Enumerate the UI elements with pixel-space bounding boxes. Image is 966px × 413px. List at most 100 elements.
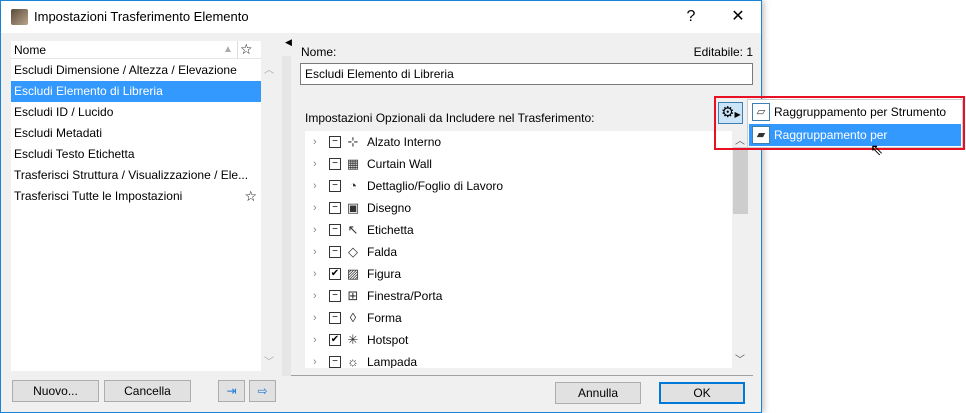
- tool-icon: ◊: [349, 310, 357, 325]
- list-item[interactable]: Escludi Metadati: [11, 123, 261, 144]
- list-item[interactable]: Escludi Testo Etichetta: [11, 144, 261, 165]
- scroll-down-icon[interactable]: ﹀: [735, 351, 745, 366]
- title-bar: Impostazioni Trasferimento Elemento ? ✕: [1, 1, 761, 33]
- list-header[interactable]: Nome ▲ ☆: [11, 41, 261, 59]
- tree-item-checkbox[interactable]: −: [329, 180, 341, 192]
- delete-button[interactable]: Cancella: [104, 380, 191, 402]
- tree-item-checkbox[interactable]: −: [329, 246, 341, 258]
- column-name[interactable]: Nome: [14, 43, 46, 57]
- tree-item-label: Etichetta: [367, 223, 414, 237]
- list-item-label: Escludi ID / Lucido: [14, 105, 114, 119]
- scroll-thumb[interactable]: [733, 147, 748, 214]
- tree-item-label: Alzato Interno: [367, 135, 442, 149]
- tree-item[interactable]: › − ◊ Forma: [305, 307, 733, 329]
- tool-icon: ▨: [346, 266, 360, 281]
- list-item-label: Escludi Dimensione / Altezza / Elevazion…: [14, 63, 237, 77]
- expand-chevron-icon[interactable]: ›: [313, 175, 317, 197]
- scroll-down-icon[interactable]: ﹀: [264, 353, 274, 368]
- tree-item[interactable]: › − ↖ Etichetta: [305, 219, 733, 241]
- tree-item[interactable]: › − ◇ Falda: [305, 241, 733, 263]
- expand-chevron-icon[interactable]: ›: [313, 351, 317, 368]
- tool-icon: ▣: [346, 200, 360, 215]
- export-icon[interactable]: ⇨: [249, 380, 276, 402]
- list-scrollbar[interactable]: ︿ ﹀: [261, 59, 277, 371]
- tree-scrollbar[interactable]: ︿ ﹀: [732, 131, 749, 368]
- tree-item-label: Hotspot: [367, 333, 409, 347]
- cancel-button[interactable]: Annulla: [555, 382, 641, 404]
- tree-item-label: Finestra/Porta: [367, 289, 443, 303]
- menu-item-label: Raggruppamento per Strumento: [774, 105, 947, 119]
- window-title: Impostazioni Trasferimento Elemento: [34, 9, 249, 24]
- tree-item-checkbox[interactable]: ✔: [329, 334, 341, 346]
- favorite-icon[interactable]: ☆: [244, 186, 257, 207]
- help-button[interactable]: ?: [676, 5, 706, 29]
- expand-chevron-icon[interactable]: ›: [313, 285, 317, 307]
- collapse-panel-icon[interactable]: ◀: [285, 37, 292, 48]
- list-item[interactable]: Escludi Elemento di Libreria: [11, 81, 261, 102]
- tree-item-label: Disegno: [367, 201, 412, 215]
- options-label: Impostazioni Opzionali da Includere nel …: [305, 111, 595, 125]
- list-item[interactable]: Escludi ID / Lucido: [11, 102, 261, 123]
- tree-item[interactable]: › − ▣ Disegno: [305, 197, 733, 219]
- tree-item-checkbox[interactable]: −: [329, 356, 341, 368]
- tree-item-checkbox[interactable]: ✔: [329, 268, 341, 280]
- tree-item-checkbox[interactable]: −: [329, 290, 341, 302]
- scroll-up-icon[interactable]: ︿: [264, 61, 274, 76]
- expand-chevron-icon[interactable]: ›: [313, 307, 317, 329]
- tree-item[interactable]: › ✔ ✳ Hotspot: [305, 329, 733, 351]
- list-item[interactable]: Trasferisci Struttura / Visualizzazione …: [11, 165, 261, 186]
- tree-item[interactable]: › − ▦ Curtain Wall: [305, 153, 733, 175]
- tree-item-label: Curtain Wall: [367, 157, 432, 171]
- tree-item-label: Falda: [367, 245, 398, 259]
- name-label: Nome:: [301, 45, 337, 59]
- tool-icon: ◔: [349, 178, 357, 193]
- tree-item[interactable]: › − ☼ Lampada: [305, 351, 733, 368]
- new-button[interactable]: Nuovo...: [12, 380, 99, 402]
- tool-icon: ◇: [348, 244, 358, 259]
- tool-icon: ☼: [347, 354, 359, 368]
- grouping-menu: ▱ Raggruppamento per Strumento ▰ Raggrup…: [747, 99, 963, 164]
- expand-chevron-icon[interactable]: ›: [313, 197, 317, 219]
- tree-item-label: Lampada: [367, 355, 418, 368]
- list-item[interactable]: Escludi Dimensione / Altezza / Elevazion…: [11, 60, 261, 81]
- panel-splitter[interactable]: [282, 56, 291, 376]
- group-by-setting-icon: ▰: [752, 126, 770, 144]
- group-by-tool-icon: ▱: [752, 103, 770, 121]
- expand-chevron-icon[interactable]: ›: [313, 131, 317, 153]
- expand-chevron-icon[interactable]: ›: [313, 329, 317, 351]
- ok-button[interactable]: OK: [659, 382, 745, 404]
- close-button[interactable]: ✕: [723, 5, 753, 29]
- favorite-column-icon[interactable]: ☆: [237, 41, 253, 58]
- tree-item[interactable]: › − ◔ Dettaglio/Foglio di Lavoro: [305, 175, 733, 197]
- app-icon: [11, 9, 28, 25]
- expand-chevron-icon[interactable]: ›: [313, 263, 317, 285]
- menu-item-group-by-tool[interactable]: ▱ Raggruppamento per Strumento: [749, 101, 961, 123]
- tool-icon: ✳: [347, 332, 359, 347]
- expand-chevron-icon[interactable]: ›: [313, 241, 317, 263]
- list-item-label: Escludi Testo Etichetta: [14, 147, 135, 161]
- list-item-label: Trasferisci Tutte le Impostazioni: [14, 189, 183, 203]
- tree-item-checkbox[interactable]: −: [329, 202, 341, 214]
- tree-item-checkbox[interactable]: −: [329, 158, 341, 170]
- tree-item-label: Dettaglio/Foglio di Lavoro: [367, 179, 504, 193]
- list-item[interactable]: Trasferisci Tutte le Impostazioni ☆: [11, 186, 261, 207]
- list-item-label: Escludi Elemento di Libreria: [14, 84, 163, 98]
- settings-list: Nome ▲ ☆ Escludi Dimensione / Altezza / …: [11, 41, 261, 371]
- tool-icon: ⊞: [347, 288, 359, 303]
- tool-icon: ⊹: [347, 134, 359, 149]
- tree-item-checkbox[interactable]: −: [329, 312, 341, 324]
- tree-item[interactable]: › − ⊹ Alzato Interno: [305, 131, 733, 153]
- name-input[interactable]: Escludi Elemento di Libreria: [300, 63, 753, 85]
- menu-item-group-by-setting[interactable]: ▰ Raggruppamento per Impostazione: [749, 124, 961, 164]
- expand-chevron-icon[interactable]: ›: [313, 219, 317, 241]
- tree-item[interactable]: › ✔ ▨ Figura: [305, 263, 733, 285]
- tool-icon: ↖: [347, 222, 359, 237]
- tree-item-checkbox[interactable]: −: [329, 224, 341, 236]
- tree-item-checkbox[interactable]: −: [329, 136, 341, 148]
- options-tree: › − ⊹ Alzato Interno › − ▦ Curtain Wall › …: [305, 131, 749, 368]
- expand-chevron-icon[interactable]: ›: [313, 153, 317, 175]
- import-icon[interactable]: ⇥: [218, 380, 245, 402]
- tree-item[interactable]: › − ⊞ Finestra/Porta: [305, 285, 733, 307]
- tree-item-label: Figura: [367, 267, 402, 281]
- divider: [291, 375, 753, 376]
